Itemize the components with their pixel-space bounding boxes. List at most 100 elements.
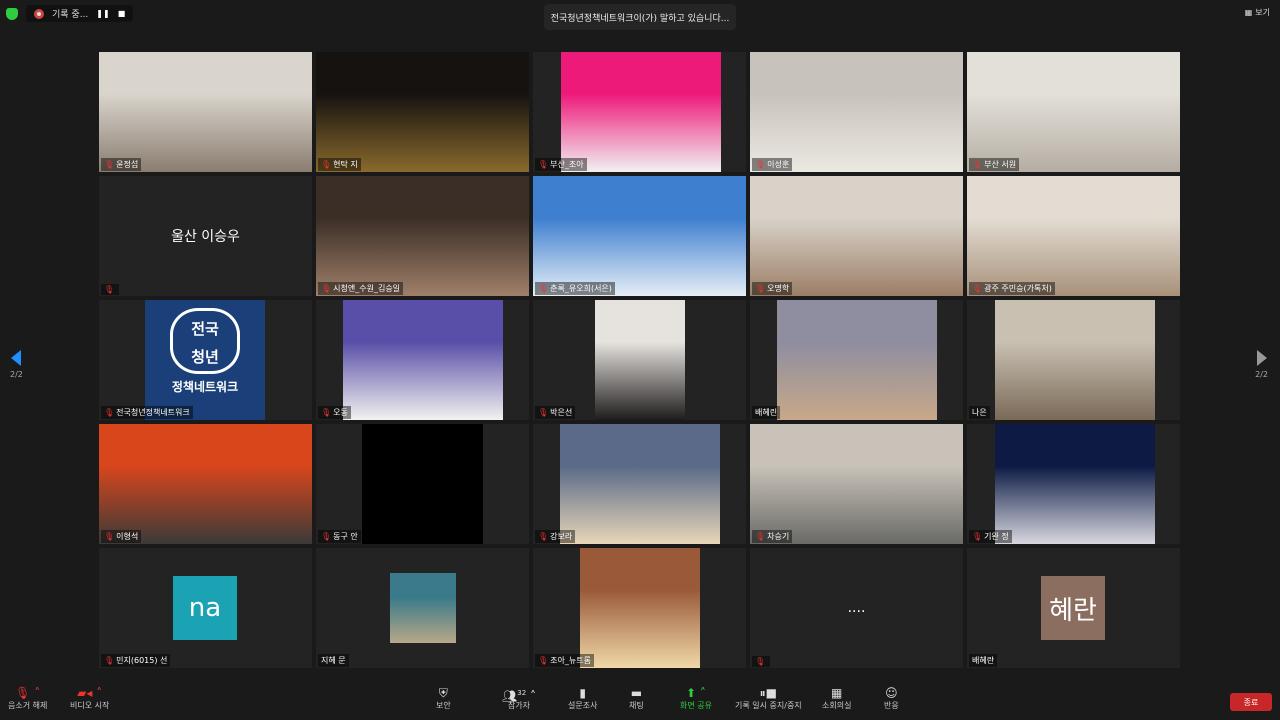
participant-name-label: 🎙︎ 전국청년정책네트워크 <box>101 406 193 419</box>
avatar: 혜란 <box>1041 576 1105 640</box>
label: 참가자 <box>507 701 531 710</box>
participant-name: 전국청년정책네트워크 <box>116 408 190 417</box>
security-shield-icon[interactable] <box>6 7 18 20</box>
participant-tile[interactable]: 🎙︎ 현탁 지 <box>316 52 529 172</box>
participant-tile[interactable]: 🎙︎ 윤정섭 <box>99 52 312 172</box>
participant-tile[interactable]: 🎙︎ 오명학 <box>750 176 963 296</box>
end-meeting-button[interactable]: 종료 <box>1230 693 1272 711</box>
label: 반응 <box>884 701 899 710</box>
participant-name-label: 배혜린 <box>752 406 781 419</box>
participant-tile[interactable]: 🎙︎ 강보라 <box>533 424 746 544</box>
participant-tile[interactable]: 지혜 문 <box>316 548 529 668</box>
mic-muted-icon: 🎙︎ <box>972 160 983 169</box>
participant-tile[interactable]: 🎙︎ 시청앤_수원_김승일 <box>316 176 529 296</box>
mic-muted-icon: 🎙︎ <box>538 532 549 541</box>
chat-button[interactable]: ▬ 채팅 <box>629 686 644 711</box>
mic-muted-icon: 🎙︎ <box>972 284 983 293</box>
pause-recording-button[interactable]: ❚❚ <box>96 9 109 18</box>
stop-recording-button[interactable]: ■ <box>118 9 126 18</box>
participant-tile[interactable]: 나은 <box>967 300 1180 420</box>
emoji-icon: ☺ <box>885 686 898 700</box>
video-feed <box>595 300 685 420</box>
participant-name: 나은 <box>972 408 987 417</box>
participant-name: 배혜린 <box>755 408 778 417</box>
view-button[interactable]: ▦ 보기 <box>1245 7 1270 18</box>
mic-muted-icon: 🎙︎ <box>104 408 115 417</box>
mic-muted-icon: 🎙︎ <box>321 160 332 169</box>
video-feed <box>750 52 963 172</box>
participant-name-label: 🎙︎ 기완 정 <box>969 530 1012 543</box>
reactions-button[interactable]: ☺ 반응 <box>884 686 899 711</box>
participant-tile[interactable]: .... 🎙︎ <box>750 548 963 668</box>
arrow-left-icon <box>11 350 22 366</box>
participant-gallery: 🎙︎ 윤정섭 🎙︎ 현탁 지 🎙︎ 부산_조아 🎙︎ 이성훈 🎙︎ 부산 서원 울산 이승우 🎙︎ 🎙︎… <box>99 52 1180 668</box>
participant-tile[interactable]: 🎙︎ 기완 정 <box>967 424 1180 544</box>
participant-tile[interactable]: 🎙︎ 오동 <box>316 300 529 420</box>
participant-name-label: 🎙︎ 이형석 <box>101 530 142 543</box>
participant-name-label: 🎙︎ 조아_뉴트롬 <box>535 654 594 667</box>
mic-muted-icon: 🎙︎ <box>321 408 332 417</box>
mic-muted-icon: 🎙︎ <box>538 408 549 417</box>
participant-name: 오동 <box>333 408 348 417</box>
unmute-button[interactable]: 🎙︎ ˄ 음소거 해제 <box>8 686 47 711</box>
start-video-button[interactable]: ▰◂ ˄ 비디오 시작 <box>70 686 109 711</box>
share-screen-button[interactable]: ⬆ ˄ 화면 공유 <box>680 686 712 711</box>
participant-tile[interactable]: 🎙︎ 박은선 <box>533 300 746 420</box>
security-button[interactable]: ⛨ 보안 <box>436 686 451 711</box>
video-feed <box>99 52 312 172</box>
video-feed <box>967 176 1180 296</box>
participant-name: 이성훈 <box>767 160 790 169</box>
view-label: 보기 <box>1255 8 1270 17</box>
mic-muted-icon: 🎙︎ <box>755 532 766 541</box>
breakout-rooms-button[interactable]: ▦ 소회의실 <box>822 686 851 711</box>
participant-tile[interactable]: 🎙︎ 부산 서원 <box>967 52 1180 172</box>
label: 채팅 <box>629 701 644 710</box>
video-feed <box>580 548 700 668</box>
participant-tile[interactable]: 🎙︎ 이형석 <box>99 424 312 544</box>
mic-muted-icon: 🎙︎ <box>321 532 332 541</box>
participant-name: 기완 정 <box>984 532 1009 541</box>
participant-name: 지혜 문 <box>321 656 346 665</box>
participant-name-label: 🎙︎ 부산 서원 <box>969 158 1020 171</box>
participant-name: 조아_뉴트롬 <box>550 656 591 665</box>
share-screen-icon: ⬆ ˄ <box>686 686 706 700</box>
participant-tile[interactable]: 🎙︎ 차승기 <box>750 424 963 544</box>
label: 기록 일시 중지/중지 <box>735 701 802 710</box>
logo-text: 정책네트워크 <box>171 380 239 394</box>
mic-muted-icon: 🎙︎ <box>104 532 115 541</box>
video-feed <box>343 300 503 420</box>
participant-name: 현탁 지 <box>333 160 358 169</box>
participant-name: 박은선 <box>550 408 573 417</box>
participant-name: 시청앤_수원_김승일 <box>333 284 401 293</box>
next-page-button[interactable]: 2/2 <box>1255 350 1268 379</box>
participant-tile[interactable]: 🎙︎ 광주 주민승(가톡처) <box>967 176 1180 296</box>
participant-tile[interactable]: na 🎙︎ 민지(6015) 선 <box>99 548 312 668</box>
participant-name: 배혜란 <box>972 656 995 665</box>
participant-tile[interactable]: 전국 청년 정책네트워크 🎙︎ 전국청년정책네트워크 <box>99 300 312 420</box>
mic-muted-icon: 🎙︎ <box>104 656 115 665</box>
participant-tile[interactable]: 🎙︎ 춘록_유오희(서은) <box>533 176 746 296</box>
mic-muted-icon: 🎙︎ ˄ <box>15 686 41 700</box>
polls-button[interactable]: ▮ 설문조사 <box>568 686 597 711</box>
prev-page-button[interactable]: 2/2 <box>10 350 23 379</box>
participant-tile[interactable]: 🎙︎ 부산_조아 <box>533 52 746 172</box>
participant-name: 윤정섭 <box>116 160 139 169</box>
participant-name: 동구 안 <box>333 532 358 541</box>
participant-tile[interactable]: 배혜린 <box>750 300 963 420</box>
participants-button[interactable]: 👥︎32 ˄ 참가자 <box>502 686 536 711</box>
video-off-icon: ▰◂ ˄ <box>77 686 103 700</box>
participant-tile[interactable]: 혜란배혜란 <box>967 548 1180 668</box>
mic-muted-icon: 🎙︎ <box>755 657 766 666</box>
page-indicator: 2/2 <box>1255 370 1268 379</box>
avatar: na <box>173 576 237 640</box>
video-feed <box>316 52 529 172</box>
participant-name-label: 🎙︎ 오명학 <box>752 282 793 295</box>
participant-tile[interactable]: 울산 이승우 🎙︎ <box>99 176 312 296</box>
participant-tile[interactable]: 🎙︎ 조아_뉴트롬 <box>533 548 746 668</box>
participant-tile[interactable]: 🎙︎ 동구 안 <box>316 424 529 544</box>
label: 보안 <box>436 701 451 710</box>
video-feed <box>561 52 721 172</box>
pause-stop-recording-button[interactable]: ⏸■ 기록 일시 중지/중지 <box>735 686 802 711</box>
mic-muted-icon: 🎙︎ <box>538 160 549 169</box>
participant-tile[interactable]: 🎙︎ 이성훈 <box>750 52 963 172</box>
